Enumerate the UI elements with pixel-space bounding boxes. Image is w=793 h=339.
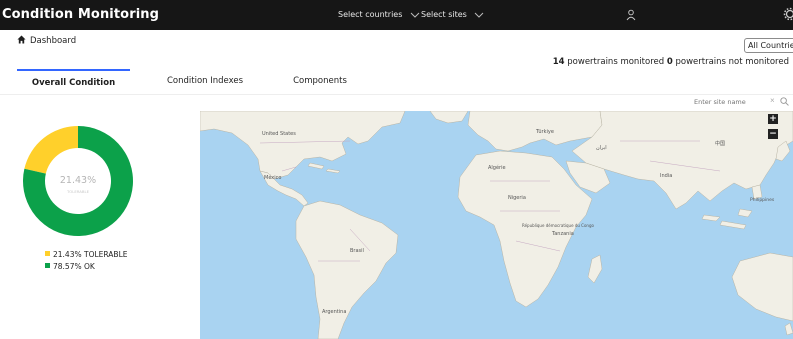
map-label-united-states: United States bbox=[262, 131, 296, 137]
clear-search-icon[interactable]: × bbox=[770, 96, 775, 105]
home-icon bbox=[17, 35, 26, 44]
map-label-china: 中国 bbox=[715, 140, 725, 147]
map-zoom-out-button[interactable]: − bbox=[768, 129, 778, 139]
legend-swatch-ok bbox=[45, 263, 50, 268]
tab-divider bbox=[0, 94, 793, 95]
philippines-islands bbox=[751, 184, 763, 200]
map-label-iran: ایران bbox=[596, 145, 607, 151]
legend-label-ok: 78.57% OK bbox=[53, 262, 95, 271]
site-search: × bbox=[692, 95, 793, 109]
map-label-india: India bbox=[660, 173, 672, 179]
donut-slice-tolerable[interactable] bbox=[24, 126, 78, 174]
user-icon[interactable] bbox=[626, 9, 636, 21]
map-label-rdc: République démocratique du Congo bbox=[522, 223, 594, 228]
map-label-mexico: México bbox=[264, 174, 281, 181]
monitored-label: powertrains monitored bbox=[567, 57, 665, 67]
monitoring-summary: 14 powertrains monitored 0 powertrains n… bbox=[553, 57, 789, 67]
not-monitored-count: 0 bbox=[666, 57, 673, 67]
map-label-brasil: Brasil bbox=[350, 248, 364, 254]
map-label-tanzania: Tanzania bbox=[551, 231, 574, 237]
select-countries-label: Select countries bbox=[338, 10, 403, 19]
gear-icon[interactable] bbox=[783, 7, 793, 21]
world-map[interactable]: United States México Brasil Argentina Al… bbox=[200, 111, 793, 339]
chevron-down-icon bbox=[475, 12, 484, 18]
map-label-algerie: Algérie bbox=[488, 164, 506, 171]
tab-condition-indexes[interactable]: Condition Indexes bbox=[155, 69, 255, 93]
search-input[interactable] bbox=[692, 96, 774, 108]
map-label-turkey: Türkiye bbox=[535, 129, 554, 135]
donut-center-label: TOLERABLE bbox=[66, 189, 90, 194]
breadcrumb-label: Dashboard bbox=[30, 36, 77, 46]
map-label-philippines: Philippines bbox=[750, 197, 775, 203]
app-title: Condition Monitoring bbox=[2, 7, 160, 22]
map-label-argentina: Argentina bbox=[322, 309, 346, 315]
map-zoom-in-button[interactable]: + bbox=[768, 114, 778, 124]
tab-components[interactable]: Components bbox=[275, 69, 365, 93]
legend-label-tolerable: 21.43% TOLERABLE bbox=[53, 250, 128, 259]
breadcrumb[interactable]: Dashboard bbox=[17, 35, 76, 46]
overall-condition-donut: 21.43% TOLERABLE bbox=[23, 126, 134, 236]
not-monitored-label: powertrains not monitored bbox=[675, 57, 789, 67]
map-label-nigeria: Nigeria bbox=[508, 195, 526, 201]
legend-item-ok: 78.57% OK bbox=[45, 261, 127, 273]
donut-center-value: 21.43% bbox=[60, 175, 96, 186]
legend-item-tolerable: 21.43% TOLERABLE bbox=[45, 249, 127, 261]
chevron-down-icon bbox=[410, 12, 420, 18]
search-icon[interactable] bbox=[780, 97, 789, 106]
world-map-canvas[interactable]: United States México Brasil Argentina Al… bbox=[200, 111, 793, 339]
select-countries-dropdown[interactable]: Select countries bbox=[338, 10, 420, 19]
legend-swatch-tolerable bbox=[45, 251, 50, 256]
monitored-count: 14 bbox=[552, 57, 565, 67]
top-bar: Condition Monitoring Select countries Se… bbox=[0, 0, 793, 30]
all-countries-button[interactable]: All Countries bbox=[744, 38, 793, 53]
donut-legend: 21.43% TOLERABLE 78.57% OK bbox=[45, 249, 127, 273]
select-sites-dropdown[interactable]: Select sites bbox=[421, 10, 484, 19]
select-sites-label: Select sites bbox=[421, 10, 467, 19]
tab-overall-condition[interactable]: Overall Condition bbox=[17, 69, 130, 95]
